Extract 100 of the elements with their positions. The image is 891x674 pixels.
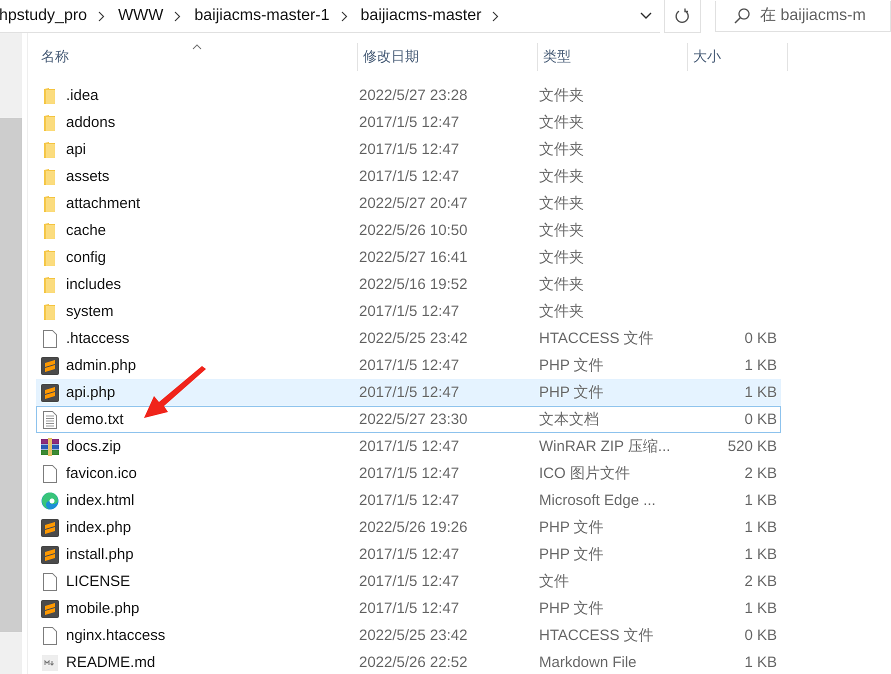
- modified-date: 2017/1/5 12:47: [359, 600, 460, 617]
- file-row[interactable]: nginx.htaccess 2022/5/25 23:42 HTACCESS 文件 0 KB: [36, 622, 781, 649]
- file-row[interactable]: favicon.ico 2017/1/5 12:47 ICO 图片文件 2 KB: [36, 460, 781, 487]
- modified-date: 2022/5/26 22:52: [359, 654, 468, 671]
- modified-date: 2022/5/26 19:26: [359, 519, 468, 536]
- scrollbar-thumb[interactable]: [0, 118, 22, 632]
- file-name: .idea: [66, 87, 99, 104]
- file-name: index.html: [66, 492, 134, 509]
- file-row[interactable]: README.md 2022/5/26 22:52 Markdown File 1 KB: [36, 649, 781, 674]
- file-icon: [43, 330, 57, 348]
- file-size: 1 KB: [743, 546, 777, 563]
- chevron-right-icon: [340, 10, 348, 22]
- file-row[interactable]: config 2022/5/27 16:41 文件夹: [36, 244, 781, 271]
- file-row[interactable]: includes 2022/5/16 19:52 文件夹: [36, 271, 781, 298]
- file-type: 文件夹: [539, 221, 585, 240]
- file-row[interactable]: .idea 2022/5/27 23:28 文件夹: [36, 82, 781, 109]
- file-name: config: [66, 249, 106, 266]
- file-name: attachment: [66, 195, 140, 212]
- breadcrumb-item[interactable]: baijiacms-master: [358, 7, 492, 25]
- file-row[interactable]: addons 2017/1/5 12:47 文件夹: [36, 109, 781, 136]
- modified-date: 2017/1/5 12:47: [359, 573, 460, 590]
- breadcrumb-item[interactable]: baijiacms-master-1: [192, 7, 341, 25]
- file-row[interactable]: index.html 2017/1/5 12:47 Microsoft Edge ... 1 KB: [36, 487, 781, 514]
- file-size: 1 KB: [743, 492, 777, 509]
- file-type: 文件夹: [539, 140, 585, 159]
- breadcrumb-item[interactable]: WWW: [116, 7, 174, 25]
- file-row[interactable]: docs.zip 2017/1/5 12:47 WinRAR ZIP 压缩... 520 KB: [36, 433, 781, 460]
- modified-date: 2022/5/25 23:42: [359, 627, 468, 644]
- modified-date: 2017/1/5 12:47: [359, 303, 460, 320]
- file-size: 1 KB: [743, 654, 777, 671]
- column-header[interactable]: 类型: [538, 43, 688, 71]
- file-row[interactable]: attachment 2022/5/27 20:47 文件夹: [36, 190, 781, 217]
- file-row[interactable]: assets 2017/1/5 12:47 文件夹: [36, 163, 781, 190]
- file-name: LICENSE: [66, 573, 130, 590]
- file-name: index.php: [66, 519, 132, 536]
- file-size: 520 KB: [726, 438, 777, 455]
- modified-date: 2022/5/25 23:42: [359, 330, 468, 347]
- file-type: 文件: [539, 572, 570, 591]
- file-icon: [43, 626, 57, 644]
- file-name: nginx.htaccess: [66, 627, 166, 644]
- search-field[interactable]: 在 baijiacms-m: [760, 7, 890, 25]
- file-name: .htaccess: [66, 330, 130, 347]
- modified-date: 2022/5/16 19:52: [359, 276, 468, 293]
- file-row[interactable]: system 2017/1/5 12:47 文件夹: [36, 298, 781, 325]
- dropdown-chevron-icon[interactable]: [640, 12, 652, 20]
- file-size: 0 KB: [743, 627, 777, 644]
- file-row[interactable]: .htaccess 2022/5/25 23:42 HTACCESS 文件 0 KB: [36, 325, 781, 352]
- file-row[interactable]: LICENSE 2017/1/5 12:47 文件 2 KB: [36, 568, 781, 595]
- search-icon: [734, 8, 750, 24]
- modified-date: 2022/5/26 10:50: [359, 222, 468, 239]
- modified-date: 2017/1/5 12:47: [359, 168, 460, 185]
- file-name: favicon.ico: [66, 465, 137, 482]
- modified-date: 2022/5/27 16:41: [359, 249, 468, 266]
- file-type: 文本文档: [539, 410, 600, 429]
- file-size: 1 KB: [743, 600, 777, 617]
- archive-icon: [41, 438, 59, 456]
- breadcrumb-item[interactable]: hpstudy_pro: [0, 7, 98, 25]
- chevron-right-icon: [174, 10, 182, 22]
- modified-date: 2017/1/5 12:47: [359, 141, 460, 158]
- file-type: ICO 图片文件: [539, 464, 631, 483]
- file-size: 1 KB: [743, 384, 777, 401]
- file-row[interactable]: install.php 2017/1/5 12:47 PHP 文件 1 KB: [36, 541, 781, 568]
- refresh-icon: [674, 8, 690, 24]
- file-type: 文件夹: [539, 302, 585, 321]
- file-size: 1 KB: [743, 357, 777, 374]
- file-name: install.php: [66, 546, 134, 563]
- file-row[interactable]: admin.php 2017/1/5 12:47 PHP 文件 1 KB: [36, 352, 781, 379]
- folder-icon: [43, 194, 57, 212]
- file-name: README.md: [66, 654, 156, 671]
- folder-icon: [43, 276, 57, 294]
- file-name: api.php: [66, 384, 116, 401]
- folder-icon: [43, 140, 57, 158]
- file-row[interactable]: api.php 2017/1/5 12:47 PHP 文件 1 KB: [36, 379, 781, 406]
- file-icon: [43, 464, 57, 482]
- search-box[interactable]: 在 baijiacms-m: [715, 1, 891, 32]
- file-row[interactable]: api 2017/1/5 12:47 文件夹: [36, 136, 781, 163]
- text-file-icon: [43, 410, 57, 428]
- folder-icon: [43, 222, 57, 240]
- file-type: PHP 文件: [539, 545, 605, 564]
- file-name: demo.txt: [66, 411, 124, 428]
- column-header[interactable]: 名称: [36, 43, 358, 71]
- file-name: includes: [66, 276, 122, 293]
- sublime-file-icon: [41, 546, 59, 564]
- column-header[interactable]: 修改日期: [358, 43, 538, 71]
- column-header[interactable]: 大小: [688, 43, 788, 71]
- sublime-file-icon: [41, 600, 59, 618]
- file-type: 文件夹: [539, 167, 585, 186]
- modified-date: 2017/1/5 12:47: [359, 384, 460, 401]
- file-type: 文件夹: [539, 248, 585, 267]
- sublime-file-icon: [41, 384, 59, 402]
- file-type: 文件夹: [539, 275, 585, 294]
- file-row[interactable]: cache 2022/5/26 10:50 文件夹: [36, 217, 781, 244]
- file-row[interactable]: mobile.php 2017/1/5 12:47 PHP 文件 1 KB: [36, 595, 781, 622]
- file-type: Microsoft Edge ...: [539, 492, 657, 509]
- folder-icon: [43, 114, 57, 132]
- folder-icon: [43, 86, 57, 104]
- file-row[interactable]: index.php 2022/5/26 19:26 PHP 文件 1 KB: [36, 514, 781, 541]
- file-row[interactable]: demo.txt 2022/5/27 23:30 文本文档 0 KB: [36, 406, 781, 433]
- refresh-button[interactable]: [664, 0, 702, 33]
- file-name: admin.php: [66, 357, 136, 374]
